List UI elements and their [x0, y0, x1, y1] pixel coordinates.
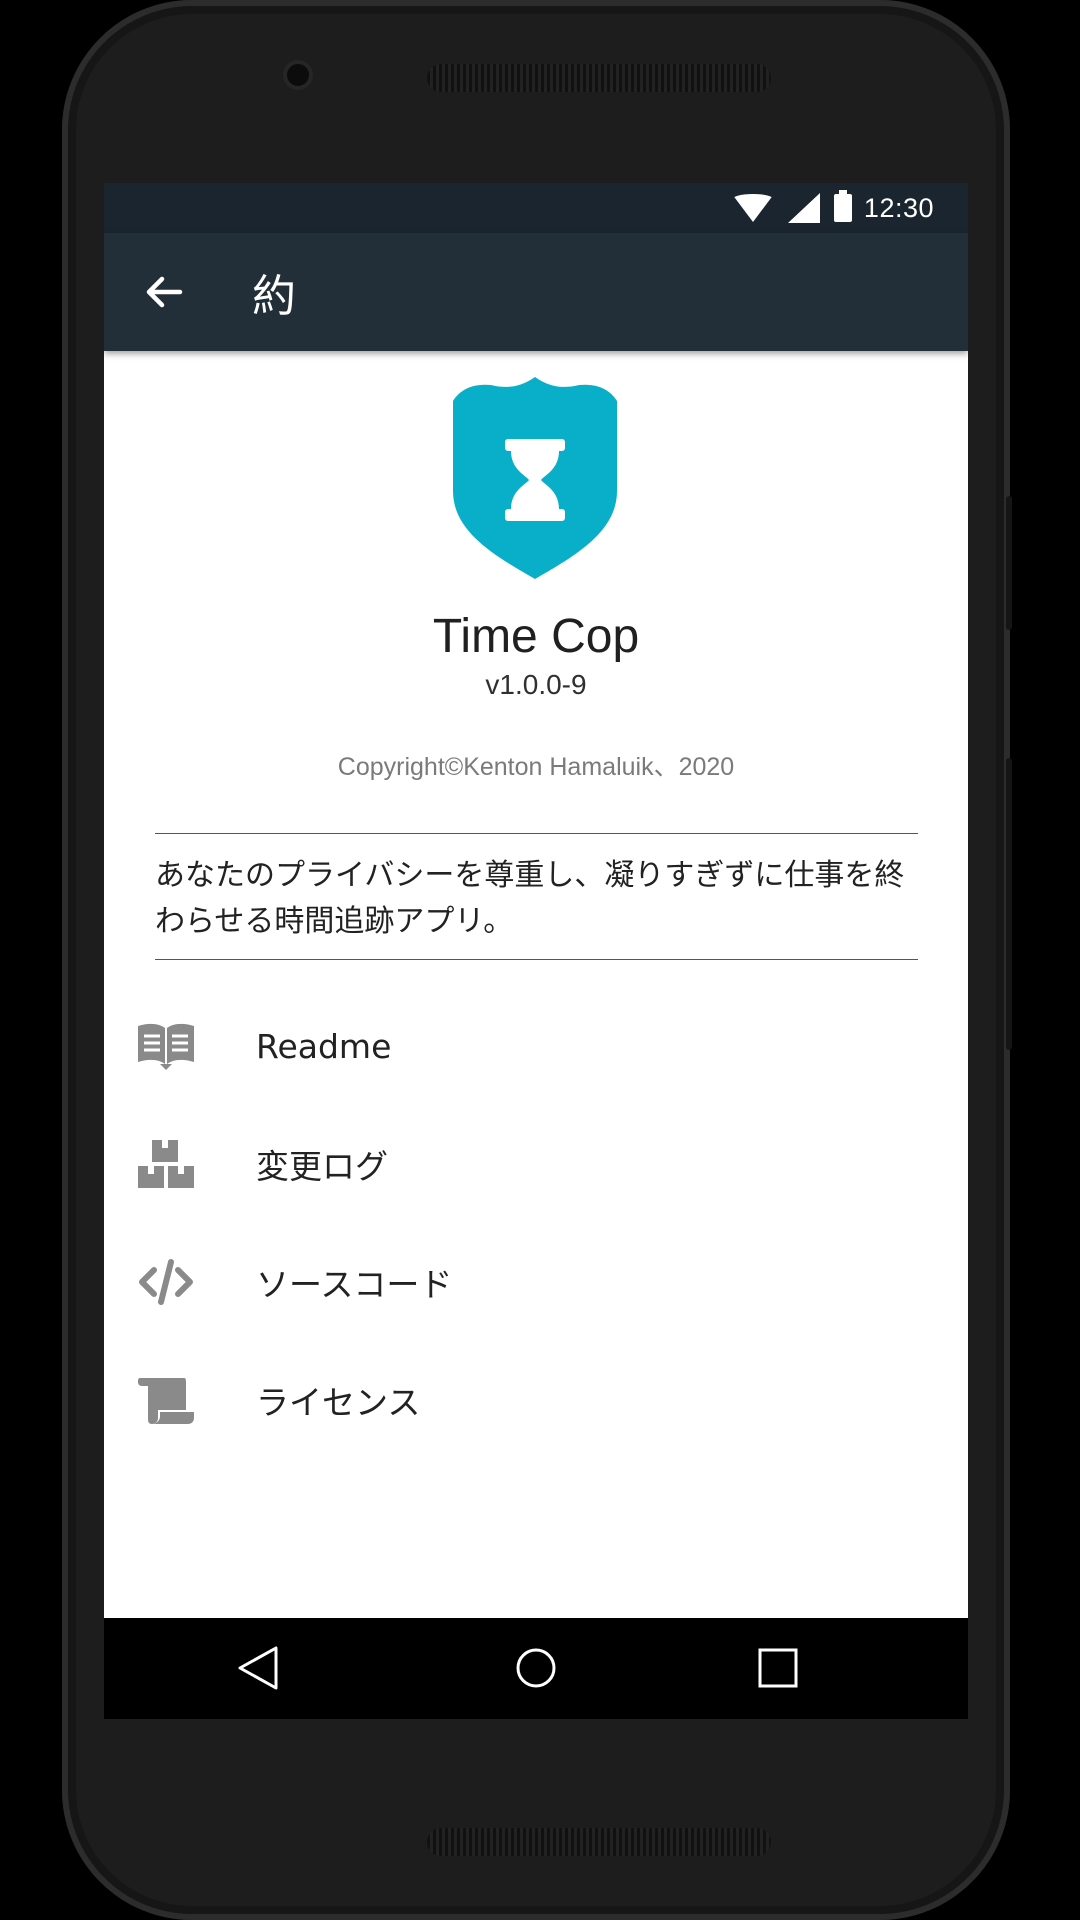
menu-item-license[interactable]: ライセンス: [104, 1341, 968, 1459]
page-title: 約: [252, 271, 296, 322]
nav-recents-icon[interactable]: [750, 1640, 806, 1696]
code-icon: [139, 1259, 193, 1305]
about-content: Time Cop v1.0.0-9 Copyright©Kenton Hamal…: [104, 351, 968, 1551]
cell-signal-icon: [787, 193, 820, 223]
app-version: v1.0.0-9: [485, 669, 587, 700]
menu-item-changelog[interactable]: 変更ログ: [104, 1105, 968, 1223]
menu-item-source-code[interactable]: ソースコード: [104, 1223, 968, 1341]
top-speaker: [427, 64, 771, 92]
app-description: あなたのプライバシーを尊重し、凝りすぎずに仕事を終わらせる時間追跡アプリ。: [155, 858, 905, 939]
divider-bottom: [155, 959, 918, 960]
wifi-icon: [731, 194, 774, 222]
menu-item-label: ソースコード: [256, 1265, 453, 1304]
shield-hourglass-icon: [453, 377, 617, 579]
menu-item-readme[interactable]: Readme: [104, 987, 968, 1105]
book-icon: [138, 1023, 194, 1070]
screen: 12:30 約 Time Cop v1.0.0-9 Copyright©Kent…: [104, 183, 968, 1719]
copyright-text: Copyright©Kenton Hamaluik、2020: [337, 753, 735, 781]
nav-back-icon[interactable]: [232, 1640, 288, 1696]
battery-icon: [833, 190, 852, 222]
power-button: [1006, 496, 1012, 630]
front-camera: [283, 60, 313, 90]
boxes-icon: [138, 1140, 194, 1188]
divider-top: [155, 833, 918, 834]
about-menu: Readme 変更ログ ソースコード ライセンス: [104, 987, 968, 1459]
app-name: Time Cop: [432, 610, 640, 663]
status-time: 12:30: [863, 192, 934, 223]
navigation-bar: [104, 1618, 968, 1719]
menu-item-label: 変更ログ: [256, 1147, 388, 1186]
back-arrow-icon[interactable]: [144, 272, 184, 312]
volume-button: [1006, 758, 1012, 1050]
scroll-icon: [138, 1378, 194, 1424]
nav-home-icon[interactable]: [508, 1640, 564, 1696]
status-bar: 12:30: [104, 183, 968, 233]
app-bar: 約: [104, 233, 968, 351]
menu-item-label: Readme: [256, 1026, 392, 1066]
bottom-speaker: [427, 1828, 771, 1856]
menu-item-label: ライセンス: [256, 1383, 421, 1422]
